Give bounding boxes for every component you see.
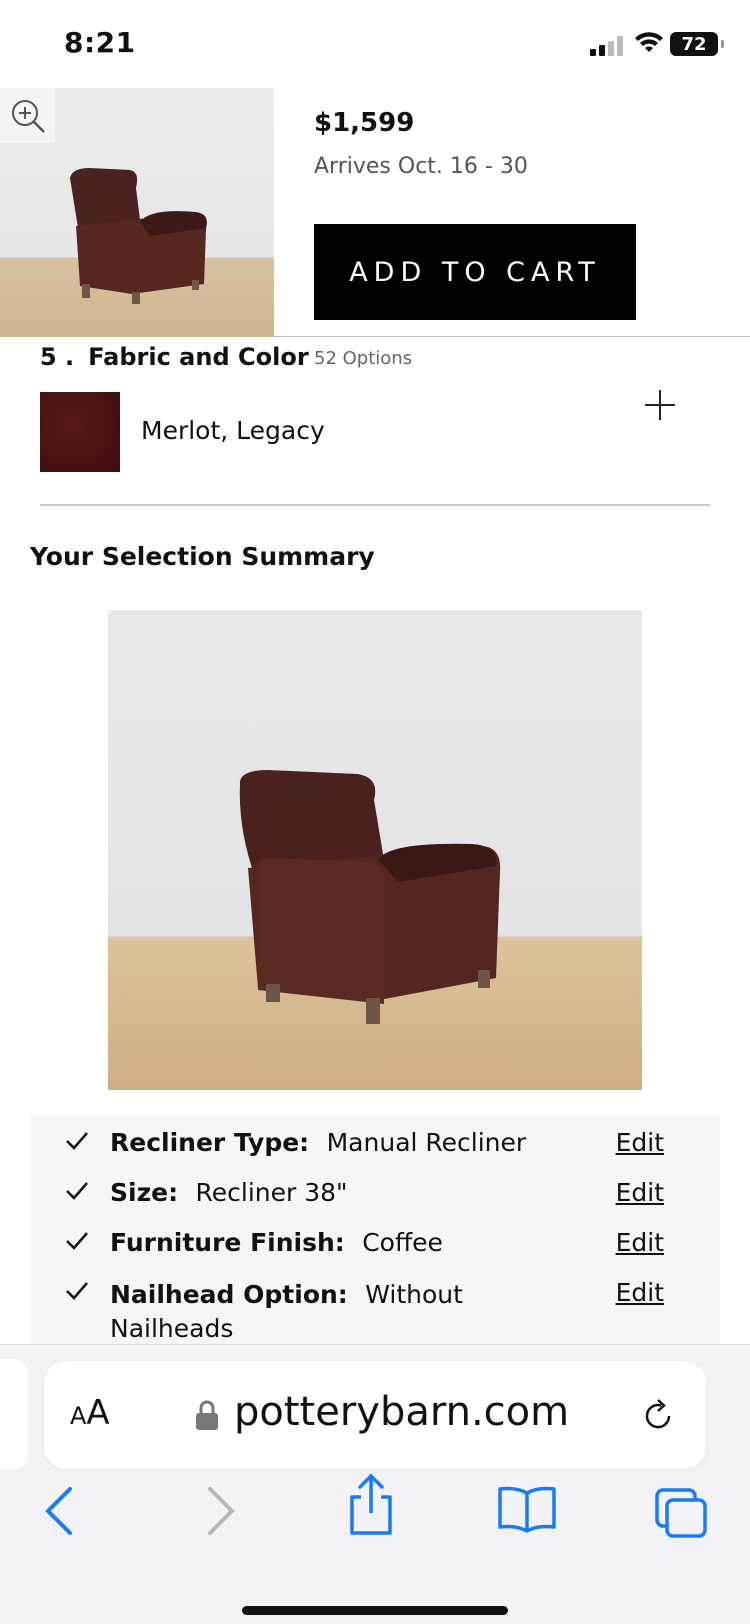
checkmark-icon [66, 1232, 88, 1250]
summary-row-size: Size: Recliner 38" Edit [30, 1174, 720, 1214]
reader-text-size-button[interactable]: AA [70, 1393, 110, 1433]
battery-icon: 72 [670, 32, 724, 56]
summary-row-nailhead: Nailhead Option: Without Nailheads Edit [30, 1274, 720, 1344]
zoom-in-button[interactable] [0, 88, 55, 143]
fabric-options-count: 52 Options [314, 348, 413, 369]
recliner-image [239, 770, 501, 1024]
summary-key: Recliner Type: [110, 1128, 310, 1157]
summary-product-image [108, 610, 642, 1090]
summary-row-recliner-type: Recliner Type: Manual Recliner Edit [30, 1124, 720, 1164]
cellular-signal-icon [590, 36, 624, 56]
zoom-in-icon [11, 99, 45, 133]
reload-icon[interactable] [639, 1397, 677, 1435]
url-text: potterybarn.com [234, 1389, 570, 1435]
delivery-estimate: Arrives Oct. 16 - 30 [314, 154, 528, 179]
product-thumbnail[interactable] [0, 88, 274, 337]
share-icon[interactable] [344, 1473, 398, 1537]
selection-summary-list: Recliner Type: Manual Recliner Edit Size… [30, 1114, 720, 1344]
checkmark-icon [66, 1282, 88, 1300]
add-to-cart-button[interactable]: ADD TO CART [314, 224, 636, 320]
checkmark-icon [66, 1182, 88, 1200]
edit-link-size[interactable]: Edit [616, 1178, 664, 1207]
aa-small: A [70, 1402, 87, 1430]
section-divider [40, 504, 710, 506]
bookmarks-icon[interactable] [496, 1485, 558, 1533]
status-bar: 8:21 72 [0, 0, 750, 88]
summary-row-finish: Furniture Finish: Coffee Edit [30, 1224, 720, 1264]
status-time: 8:21 [64, 26, 136, 59]
fabric-section-title: Fabric and Color [88, 343, 309, 371]
fabric-section-header[interactable]: 5 . Fabric and Color [40, 343, 309, 371]
checkmark-icon [66, 1132, 88, 1150]
fabric-swatch[interactable] [40, 392, 120, 472]
address-bar[interactable]: AA potterybarn.com [44, 1361, 706, 1469]
forward-icon[interactable] [200, 1485, 240, 1537]
summary-key: Nailhead Option: [110, 1280, 348, 1309]
edit-link-recliner-type[interactable]: Edit [616, 1128, 664, 1157]
aa-large: A [86, 1393, 110, 1433]
back-icon[interactable] [40, 1485, 80, 1537]
sticky-product-bar: $1,599 Arrives Oct. 16 - 30 ADD TO CART [0, 88, 750, 337]
summary-value: Recliner 38" [195, 1178, 348, 1207]
home-indicator [242, 1606, 508, 1615]
summary-value: Manual Recliner [326, 1128, 527, 1157]
summary-title: Your Selection Summary [30, 542, 375, 571]
summary-key: Furniture Finish: [110, 1228, 345, 1257]
product-price: $1,599 [314, 108, 415, 138]
fabric-step-number: 5 . [40, 343, 75, 371]
browser-toolbar: AA potterybarn.com [0, 1344, 750, 1624]
tabs-icon[interactable] [654, 1487, 710, 1539]
previous-tab-peek[interactable] [0, 1359, 28, 1469]
lock-icon [196, 1400, 218, 1430]
wifi-icon [635, 32, 663, 52]
edit-link-nailhead[interactable]: Edit [616, 1278, 664, 1307]
summary-value: Coffee [362, 1228, 443, 1257]
edit-link-finish[interactable]: Edit [616, 1228, 664, 1257]
summary-key: Size: [110, 1178, 179, 1207]
fabric-selected-label: Merlot, Legacy [141, 416, 325, 445]
expand-plus-icon[interactable] [643, 388, 677, 422]
